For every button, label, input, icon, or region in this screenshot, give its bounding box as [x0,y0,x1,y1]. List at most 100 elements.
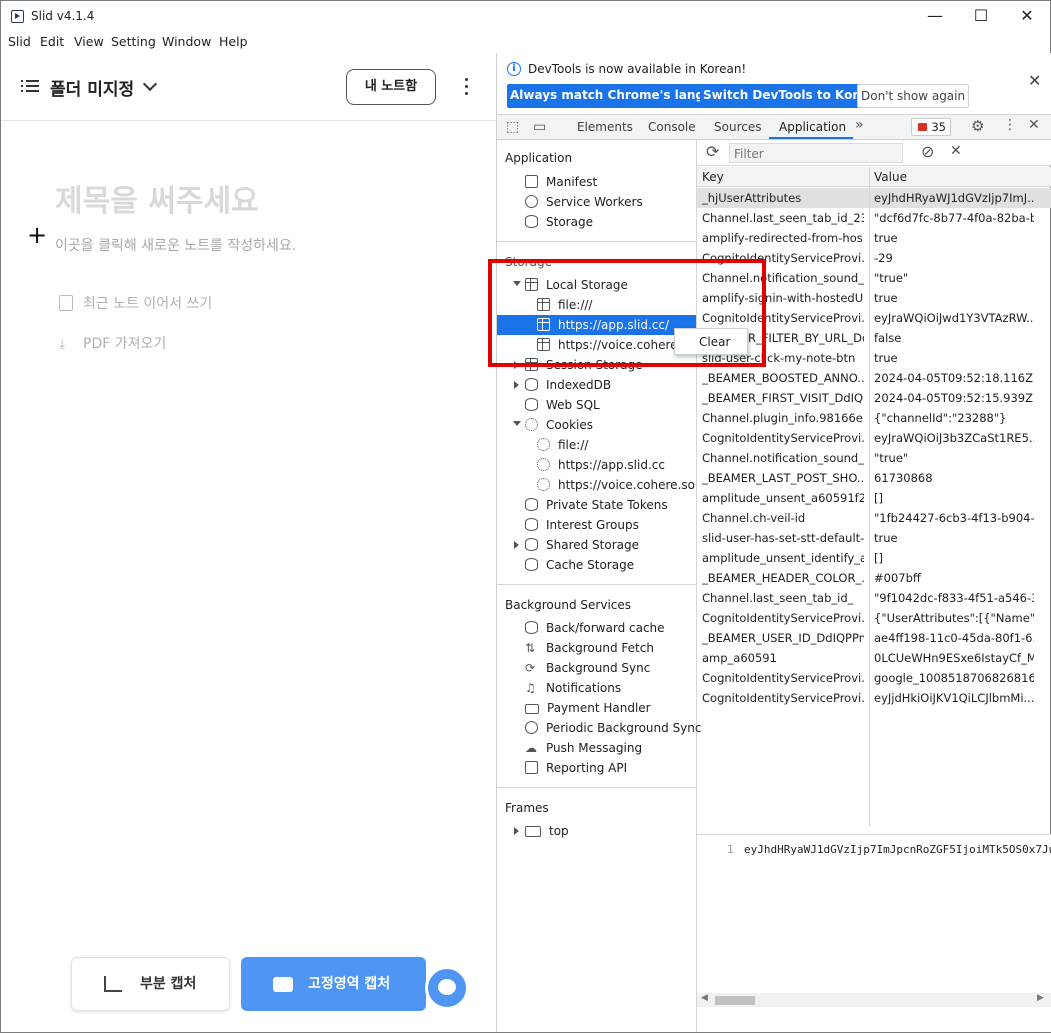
my-notes-button[interactable]: 내 노트함 [346,69,436,105]
error-count-badge[interactable]: 35 [911,118,951,136]
sidebar-item-background-fetch[interactable]: ⇅ Background Fetch [525,638,654,658]
sidebar-item-push-messaging[interactable]: ☁ Push Messaging [525,738,642,758]
scrollbar-thumb[interactable] [715,996,755,1005]
table-row[interactable]: Channel.notification_sound_... "true" [697,448,1051,468]
sidebar-item-label: Shared Storage [546,538,640,552]
resume-recent-note-option[interactable]: 최근 노트 이어서 쓰기 [59,293,212,313]
table-row[interactable]: _BEAMER_LAST_POST_SHO... 61730868 [697,468,1051,488]
more-options-icon[interactable] [465,77,469,97]
refresh-icon[interactable]: ⟳ [706,142,719,161]
sidebar-item-interest-groups[interactable]: Interest Groups [525,515,639,535]
menu-edit[interactable]: Edit [40,34,64,49]
maximize-button[interactable]: ☐ [958,1,1004,31]
fixed-area-capture-button[interactable]: 고정영역 캡처 [241,957,426,1011]
sidebar-item-cookie-file[interactable]: file:// [537,435,588,455]
menu-help[interactable]: Help [219,34,248,49]
close-devtools-icon[interactable]: ✕ [1028,117,1040,133]
sidebar-item-payment-handler[interactable]: Payment Handler [525,698,651,718]
import-pdf-option[interactable]: ⤓ PDF 가져오기 [59,333,166,353]
expand-arrow-icon[interactable] [514,381,519,389]
sidebar-item-notifications[interactable]: ♫ Notifications [525,678,621,698]
scroll-left-icon[interactable]: ◀ [701,993,708,1003]
table-row[interactable]: CognitoIdentityServiceProvi... eyJjdHkiOi… [697,688,1051,708]
gear-icon[interactable]: ⚙ [971,117,984,135]
sidebar-item-label: Service Workers [546,195,643,209]
key-cell: CognitoIdentityServiceProvi... [702,691,864,705]
value-cell: true [874,291,898,305]
table-row[interactable]: CognitoIdentityServiceProvi... eyJraWQiOi… [697,428,1051,448]
minimize-button[interactable]: — [912,1,958,31]
expand-arrow-icon[interactable] [514,541,519,549]
value-column-header[interactable]: Value [874,170,907,184]
sidebar-item-indexeddb[interactable]: IndexedDB [525,375,611,395]
filter-input[interactable]: Filter [729,143,903,163]
note-title-input[interactable]: 제목을 써주세요 [55,176,259,220]
sidebar-item-cookie-voice-cohere[interactable]: https://voice.cohere.so [537,475,695,495]
sidebar-item-cookies[interactable]: Cookies [525,415,593,435]
tab-application[interactable]: Application [779,120,846,134]
customize-menu-icon[interactable]: ⋮ [1003,117,1017,133]
menu-slid[interactable]: Slid [8,34,31,49]
devtools-tabbar: ⬚ ▭ Elements Console Sources Application… [497,115,1051,140]
table-row[interactable]: Channel.last_seen_tab_id_23... "dcf6d7fc-… [697,208,1051,228]
table-row[interactable]: _hjUserAttributes eyJhdHRyaWJ1dGVzIjp7ImJ… [697,188,1051,208]
sidebar-item-cache-storage[interactable]: Cache Storage [525,555,634,575]
table-row[interactable]: amplitude_unsent_identify_a... [] [697,548,1051,568]
sidebar-item-manifest[interactable]: Manifest [525,172,597,192]
sidebar-item-frame-top[interactable]: top [525,821,569,841]
device-toolbar-icon[interactable]: ▭ [533,119,546,135]
list-icon[interactable] [21,79,39,93]
sidebar-item-periodic-background-sync[interactable]: Periodic Background Sync [525,718,702,738]
close-window-button[interactable]: ✕ [1004,1,1050,31]
sidebar-item-back-forward-cache[interactable]: Back/forward cache [525,618,665,638]
sidebar-item-reporting-api[interactable]: Reporting API [525,758,627,778]
key-column-header[interactable]: Key [702,170,724,184]
table-row[interactable]: Channel.last_seen_tab_id_ "9f1042dc-f833-… [697,588,1051,608]
chat-support-icon[interactable] [425,966,469,1010]
table-row[interactable]: _BEAMER_FIRST_VISIT_DdIQ... 2024-04-05T09… [697,388,1051,408]
sidebar-item-label: Reporting API [546,761,628,775]
tab-elements[interactable]: Elements [577,120,633,134]
menu-view[interactable]: View [74,34,104,49]
table-row[interactable]: CognitoIdentityServiceProvi... {"UserAttr… [697,608,1051,628]
table-row[interactable]: Channel.ch-veil-id "1fb24427-6cb3-4f13-b9… [697,508,1051,528]
table-row[interactable]: amplify-redirected-from-hos... true [697,228,1051,248]
tab-sources[interactable]: Sources [714,120,761,134]
sidebar-item-service-workers[interactable]: Service Workers [525,192,643,212]
more-tabs-icon[interactable]: » [855,117,864,133]
menu-window[interactable]: Window [162,34,211,49]
tab-console[interactable]: Console [648,120,696,134]
database-icon [525,558,538,571]
horizontal-scrollbar[interactable]: ◀ ▶ [697,993,1051,1007]
context-menu-clear[interactable]: Clear [674,328,748,355]
table-row[interactable]: amplitude_unsent_a60591f2... [] [697,488,1051,508]
sidebar-item-private-state-tokens[interactable]: Private State Tokens [525,495,668,515]
delete-selected-icon[interactable]: ✕ [950,143,962,159]
sidebar-item-web-sql[interactable]: Web SQL [525,395,600,415]
close-icon[interactable]: ✕ [1028,71,1041,90]
sidebar-item-label: Web SQL [546,398,600,412]
table-row[interactable]: slid-user-has-set-stt-default-... true [697,528,1051,548]
note-body-hint[interactable]: 이곳을 클릭해 새로운 노트를 작성하세요. [55,235,296,255]
dont-show-again-button[interactable]: Don't show again [857,84,970,108]
table-row[interactable]: _BEAMER_BOOSTED_ANNO... 2024-04-05T09:52:… [697,368,1051,388]
table-row[interactable]: _BEAMER_USER_ID_DdIQPPn... ae4ff198-11c0-… [697,628,1051,648]
menu-setting[interactable]: Setting [111,34,156,49]
folder-selector[interactable]: 폴더 미지정 [50,75,134,100]
table-row[interactable]: CognitoIdentityServiceProvi... google_100… [697,668,1051,688]
add-block-icon[interactable]: + [27,221,47,249]
sidebar-item-storage[interactable]: Storage [525,212,593,232]
scroll-right-icon[interactable]: ▶ [1037,993,1044,1003]
preview-text[interactable]: eyJhdHRyaWJ1dGVzIjp7ImJpcnRoZGF5IjoiMTk5… [744,843,1051,856]
sidebar-item-background-sync[interactable]: ⟳ Background Sync [525,658,650,678]
inspect-element-icon[interactable]: ⬚ [506,119,519,135]
expand-arrow-icon[interactable] [514,827,519,835]
table-row[interactable]: amp_a60591 0LCUeWHn9ESxe6IstayCf_M... [697,648,1051,668]
sidebar-item-shared-storage[interactable]: Shared Storage [525,535,639,555]
partial-capture-button[interactable]: 부분 캡처 [71,957,230,1011]
expand-arrow-icon[interactable] [513,421,521,426]
table-row[interactable]: _BEAMER_HEADER_COLOR_... #007bff [697,568,1051,588]
sidebar-item-cookie-app-slid[interactable]: https://app.slid.cc [537,455,665,475]
table-row[interactable]: Channel.plugin_info.98166e1... {"channelI… [697,408,1051,428]
clear-all-icon[interactable]: ⊘ [921,142,934,161]
